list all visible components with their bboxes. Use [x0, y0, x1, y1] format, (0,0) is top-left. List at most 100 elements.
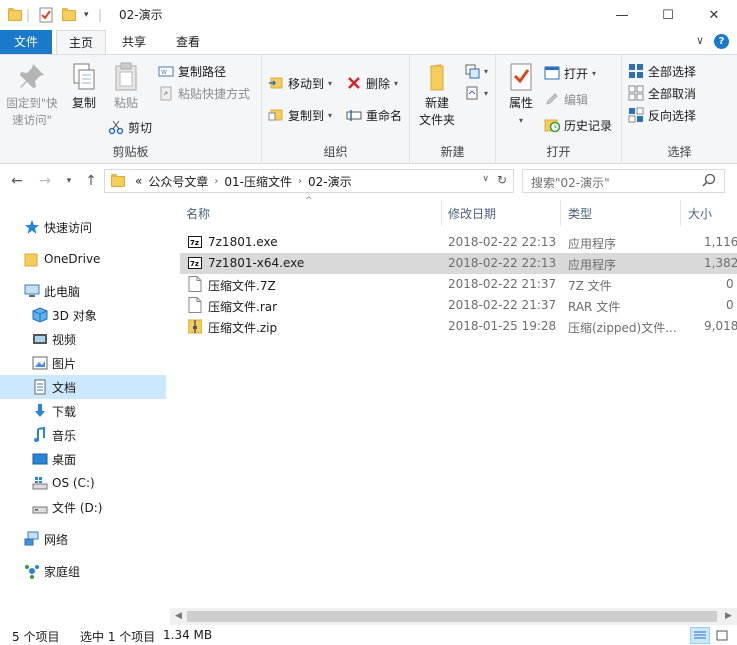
column-header-size[interactable]: 大小 [688, 198, 737, 228]
ribbon-tabs: 文件 主页 共享 查看 ∨ ? [0, 30, 737, 55]
paste-shortcut-button[interactable]: 粘贴快捷方式 [158, 83, 250, 103]
nav-item-videos[interactable]: 视频 [0, 327, 166, 351]
tab-view[interactable]: 查看 [164, 30, 212, 54]
large-icons-view-button[interactable] [712, 627, 732, 644]
nav-item-homegroup[interactable]: 家庭组 [0, 559, 166, 583]
paste-button[interactable]: 粘贴 [106, 61, 146, 112]
delete-button[interactable]: 删除 ▾ [346, 73, 398, 93]
nav-item-pictures[interactable]: 图片 [0, 351, 166, 375]
tab-home[interactable]: 主页 [56, 30, 106, 55]
file-name: 7z1801.exe [208, 235, 278, 249]
computer-icon [24, 283, 40, 299]
customize-toolbar-icon[interactable]: ▾ [84, 7, 89, 23]
recent-locations-button[interactable]: ▾ [58, 170, 80, 192]
move-to-button[interactable]: 移动到 ▾ [268, 73, 332, 93]
cube-3d-icon [32, 307, 48, 323]
column-header-date[interactable]: 修改日期 [448, 198, 558, 228]
file-list: ^ 名称 修改日期 类型 大小 7z 7z1801.exe 2018-02-22… [170, 196, 737, 608]
column-header-name[interactable]: 名称 [186, 198, 436, 228]
status-bar: 5 个项目 选中 1 个项目 1.34 MB [0, 626, 737, 645]
selected-count: 选中 1 个项目 [80, 630, 156, 644]
back-button[interactable]: ← [6, 170, 28, 192]
copy-path-icon: W [158, 63, 174, 79]
window-folder-icon [8, 7, 22, 23]
nav-item-drive-d[interactable]: 文件 (D:) [0, 495, 166, 519]
column-divider[interactable] [560, 200, 561, 226]
move-to-icon [268, 75, 284, 91]
column-header-type[interactable]: 类型 [568, 198, 678, 228]
properties-quick-icon[interactable] [38, 7, 54, 23]
rename-icon [346, 107, 362, 123]
file-row-selected[interactable]: 7z 7z1801-x64.exe 2018-02-22 22:13 应用程序 … [180, 253, 737, 274]
new-folder-button[interactable]: 新建 文件夹 [416, 61, 458, 129]
select-none-button[interactable]: 全部取消 [628, 83, 696, 103]
nav-item-onedrive[interactable]: OneDrive [0, 247, 166, 271]
new-folder-quick-icon[interactable] [62, 7, 76, 23]
column-divider[interactable] [441, 200, 442, 226]
nav-item-downloads[interactable]: 下载 [0, 399, 166, 423]
nav-item-documents[interactable]: 文档 [0, 375, 166, 399]
file-date: 2018-02-22 21:37 [448, 298, 557, 312]
scroll-left-icon[interactable]: ◀ [170, 608, 187, 625]
refresh-icon[interactable]: ↻ [497, 173, 507, 187]
nav-item-network[interactable]: 网络 [0, 527, 166, 551]
nav-item-quick-access[interactable]: 快速访问 [0, 215, 166, 239]
help-icon[interactable]: ? [714, 34, 729, 49]
rename-button[interactable]: 重命名 [346, 105, 402, 125]
file-row[interactable]: 压缩文件.7Z 2018-02-22 21:37 7Z 文件 0 [180, 274, 737, 295]
copy-to-button[interactable]: 复制到 ▾ [268, 105, 332, 125]
properties-button[interactable]: 属性 ▾ [502, 61, 540, 129]
invert-selection-button[interactable]: 反向选择 [628, 105, 696, 125]
nav-item-music[interactable]: 音乐 [0, 423, 166, 447]
minimize-button[interactable]: — [599, 0, 645, 30]
search-input[interactable]: 搜索"02-演示" [522, 169, 725, 193]
search-icon [702, 173, 716, 190]
file-size: 0 [726, 277, 734, 291]
breadcrumb-separator-icon[interactable]: › [298, 176, 302, 187]
close-button[interactable]: ✕ [691, 0, 737, 30]
file-row[interactable]: 压缩文件.zip 2018-01-25 19:28 压缩(zipped)文件..… [180, 316, 737, 337]
breadcrumb-item[interactable]: 01-压缩文件 [224, 173, 292, 190]
cut-button[interactable]: 剪切 [108, 117, 152, 137]
history-button[interactable]: 历史记录 [544, 115, 612, 135]
edit-button[interactable]: 编辑 [544, 89, 588, 109]
pin-quick-access-button[interactable]: 固定到"快 速访问" [4, 61, 60, 129]
easy-access-button[interactable]: ▾ [464, 83, 488, 103]
nav-item-this-pc[interactable]: 此电脑 [0, 279, 166, 303]
file-name: 压缩文件.rar [208, 300, 278, 314]
address-overflow[interactable]: « [135, 174, 142, 188]
collapse-ribbon-icon[interactable]: ∨ [696, 34, 704, 49]
new-item-button[interactable]: ▾ [464, 61, 488, 81]
column-divider[interactable] [680, 200, 681, 226]
copy-path-button[interactable]: W 复制路径 [158, 61, 226, 81]
file-type: 7Z 文件 [568, 279, 612, 293]
breadcrumb-separator-icon[interactable]: › [214, 176, 218, 187]
open-button[interactable]: 打开 ▾ [544, 63, 596, 83]
breadcrumb-item[interactable]: 02-演示 [308, 173, 352, 190]
file-row[interactable]: 7z 7z1801.exe 2018-02-22 22:13 应用程序 1,11… [180, 232, 737, 253]
select-group-label: 选择 [667, 145, 692, 159]
tab-file[interactable]: 文件 [0, 30, 52, 54]
file-row[interactable]: 压缩文件.rar 2018-02-22 21:37 RAR 文件 0 [180, 295, 737, 316]
nav-item-3d-objects[interactable]: 3D 对象 [0, 303, 166, 327]
large-icons-view-icon [716, 630, 728, 641]
scroll-right-icon[interactable]: ▶ [720, 608, 737, 625]
nav-item-desktop[interactable]: 桌面 [0, 447, 166, 471]
copy-button[interactable]: 复制 [64, 61, 104, 112]
scrollbar-thumb[interactable] [187, 611, 717, 622]
new-folder-icon [421, 61, 453, 93]
up-button[interactable]: ↑ [80, 170, 102, 192]
select-all-button[interactable]: 全部选择 [628, 61, 696, 81]
item-count: 5 个项目 [12, 630, 60, 644]
breadcrumb-item[interactable]: 公众号文章 [148, 173, 208, 190]
maximize-button[interactable]: ☐ [645, 0, 691, 30]
svg-text:7z: 7z [190, 239, 199, 247]
horizontal-scrollbar[interactable]: ◀ ▶ [170, 608, 737, 625]
address-dropdown-icon[interactable]: ∨ [482, 174, 489, 184]
forward-button[interactable]: → [34, 170, 56, 192]
svg-text:W: W [161, 69, 167, 76]
address-bar[interactable]: « 公众号文章 › 01-压缩文件 › 02-演示 ∨ ↻ [104, 169, 514, 193]
nav-item-drive-c[interactable]: OS (C:) [0, 471, 166, 495]
tab-share[interactable]: 共享 [110, 30, 158, 54]
details-view-button[interactable] [690, 627, 710, 644]
